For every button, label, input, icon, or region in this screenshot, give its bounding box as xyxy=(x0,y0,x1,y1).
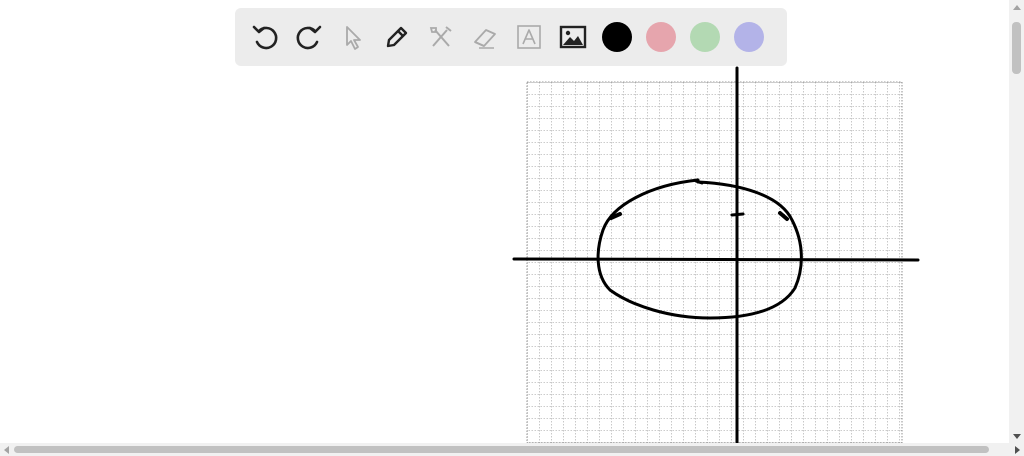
redo-button[interactable] xyxy=(287,15,331,59)
drawing-toolbar xyxy=(235,8,787,66)
pen-tool-button[interactable] xyxy=(375,15,419,59)
drawing-canvas[interactable] xyxy=(0,0,1009,443)
select-arrow-icon xyxy=(346,26,361,50)
pen-icon xyxy=(386,26,408,48)
undo-button[interactable] xyxy=(243,15,287,59)
canvas-drawing xyxy=(512,66,920,443)
color-swatch-black[interactable] xyxy=(595,15,639,59)
tools-crossed-icon xyxy=(429,26,452,47)
tools-button[interactable] xyxy=(419,15,463,59)
green-swatch-circle xyxy=(690,22,720,52)
whiteboard-page xyxy=(0,0,1024,456)
text-tool-button[interactable] xyxy=(507,15,551,59)
select-tool-button[interactable] xyxy=(331,15,375,59)
image-icon xyxy=(559,25,587,49)
scroll-up-arrow-icon[interactable] xyxy=(1009,0,1024,14)
vertical-scroll-thumb[interactable] xyxy=(1012,22,1021,74)
graph-paper-grid xyxy=(526,81,903,443)
top-mark xyxy=(694,179,704,185)
horizontal-scroll-thumb[interactable] xyxy=(14,446,989,453)
color-swatch-green[interactable] xyxy=(683,15,727,59)
undo-icon xyxy=(252,25,278,50)
black-swatch-circle xyxy=(602,22,632,52)
redo-icon xyxy=(296,25,322,50)
eraser-icon xyxy=(474,29,496,49)
scroll-right-arrow-icon[interactable] xyxy=(1011,443,1024,456)
color-swatch-blue[interactable] xyxy=(727,15,771,59)
image-tool-button[interactable] xyxy=(551,15,595,59)
vertical-scrollbar[interactable] xyxy=(1009,0,1024,443)
center-mark xyxy=(730,212,745,217)
horizontal-scrollbar[interactable] xyxy=(0,443,1024,456)
eraser-tool-button[interactable] xyxy=(463,15,507,59)
scroll-left-arrow-icon[interactable] xyxy=(0,443,13,456)
scroll-down-arrow-icon[interactable] xyxy=(1009,429,1024,443)
x-axis-stroke xyxy=(512,257,920,262)
red-swatch-circle xyxy=(646,22,676,52)
text-box-icon xyxy=(517,25,541,49)
color-swatch-red[interactable] xyxy=(639,15,683,59)
blue-swatch-circle xyxy=(734,22,764,52)
